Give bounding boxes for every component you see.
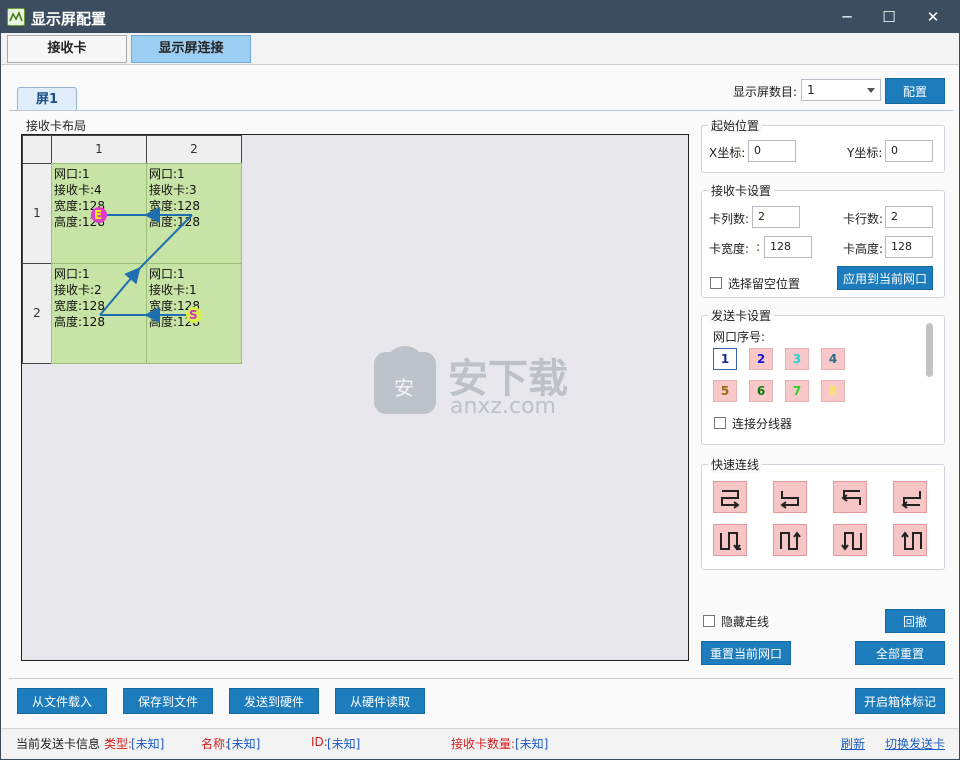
card-cols-label: 卡列数:	[709, 212, 750, 226]
zigzag-up-left-button[interactable]	[893, 524, 927, 556]
svg-text:安: 安	[394, 376, 414, 400]
app-icon	[7, 8, 25, 26]
screen-count-label: 显示屏数目:	[733, 85, 798, 99]
status-name-value: [未知]	[227, 737, 261, 751]
main-window: 显示屏配置 ─ ☐ ✕ 接收卡 显示屏连接 屏1 显示屏数目: 1 配置 接收卡…	[0, 0, 960, 760]
reserve-position-label: 选择留空位置	[728, 277, 801, 291]
layout-group-title: 接收卡布局	[23, 117, 90, 134]
status-bar: 当前发送卡信息 类型: [未知] 名称: [未知] ID: [未知] 接收卡数量…	[1, 728, 959, 759]
snake-right-down-button[interactable]	[713, 481, 747, 513]
end-marker-text: E	[94, 208, 102, 222]
minimize-button[interactable]: ─	[827, 5, 867, 29]
refresh-link[interactable]: 刷新	[841, 735, 865, 752]
routing-lines: E S	[91, 207, 202, 323]
status-label: 当前发送卡信息	[16, 737, 101, 751]
send-to-hardware-button[interactable]: 发送到硬件	[229, 688, 319, 714]
card-settings-title: 接收卡设置	[708, 182, 775, 199]
undo-button[interactable]: 回撤	[885, 609, 945, 633]
read-from-hardware-button[interactable]: 从硬件读取	[335, 688, 425, 714]
x-coord-label: X坐标:	[709, 146, 746, 160]
title-bar: 显示屏配置 ─ ☐ ✕	[1, 1, 959, 33]
port-7-button[interactable]: 7	[785, 380, 809, 402]
port-5-button[interactable]: 5	[713, 380, 737, 402]
snake-left-up-button[interactable]	[893, 481, 927, 513]
x-coord-input[interactable]: 0	[748, 140, 796, 162]
watermark: 安 安下载 anxz.com	[374, 340, 604, 423]
card-cols-input[interactable]: 2	[752, 206, 800, 228]
status-id-value: [未知]	[327, 737, 361, 751]
route-zigzag-icon	[780, 531, 801, 550]
port-6-button[interactable]: 6	[749, 380, 773, 402]
splitter-label: 连接分线器	[732, 417, 793, 431]
zigzag-down-right-button[interactable]	[713, 524, 747, 556]
splitter-checkbox[interactable]	[714, 417, 726, 429]
card-width-label: 卡宽度:	[709, 242, 750, 256]
port-2-button[interactable]: 2	[749, 348, 773, 370]
maximize-button[interactable]: ☐	[869, 5, 909, 29]
route-snake-icon	[721, 490, 740, 509]
snake-left-down-button[interactable]	[773, 481, 807, 513]
port-8-button[interactable]: 8	[821, 380, 845, 402]
save-to-file-button[interactable]: 保存到文件	[123, 688, 213, 714]
status-name-label: 名称:	[201, 737, 230, 751]
status-id-label: ID:	[311, 735, 328, 749]
route-zigzag-icon	[720, 532, 741, 551]
configure-button[interactable]: 配置	[885, 78, 945, 104]
tab-divider	[9, 110, 953, 111]
sender-settings-title: 发送卡设置	[708, 307, 775, 324]
card-width-input[interactable]: 128	[764, 236, 812, 258]
y-coord-label: Y坐标:	[847, 146, 883, 160]
route-zigzag-icon	[841, 532, 862, 551]
start-position-title: 起始位置	[708, 117, 763, 134]
route-snake-icon	[841, 490, 861, 505]
apply-to-port-button[interactable]: 应用到当前网口	[837, 266, 933, 290]
port-3-button[interactable]: 3	[785, 348, 809, 370]
card-rows-label: 卡行数:	[843, 212, 884, 226]
window-title: 显示屏配置	[31, 10, 107, 28]
tab-screen-1[interactable]: 屏1	[17, 87, 77, 111]
status-type-value: [未知]	[131, 737, 165, 751]
reset-port-button[interactable]: 重置当前网口	[701, 641, 791, 665]
load-from-file-button[interactable]: 从文件载入	[17, 688, 107, 714]
switch-sender-link[interactable]: 切换发送卡	[885, 735, 945, 752]
screen-count-select[interactable]: 1	[801, 79, 881, 101]
watermark-text-en: anxz.com	[450, 394, 556, 419]
route-zigzag-icon	[901, 531, 922, 550]
status-count-value: [未知]	[515, 737, 549, 751]
port-index-label: 网口序号:	[713, 330, 766, 344]
snake-right-up-button[interactable]	[833, 481, 867, 513]
route-snake-icon	[780, 491, 799, 509]
layout-canvas[interactable]: 1 2 1 2 网口:1 接收卡:4 宽度:128 高度:128 网口:1 接收…	[21, 134, 689, 661]
chevron-down-icon	[867, 88, 875, 93]
status-type-label: 类型:	[104, 737, 133, 751]
close-button[interactable]: ✕	[913, 5, 953, 29]
card-height-input[interactable]: 128	[885, 236, 933, 258]
status-count-label: 接收卡数量:	[451, 737, 516, 751]
y-coord-input[interactable]: 0	[885, 140, 933, 162]
tab-screen-connection[interactable]: 显示屏连接	[131, 35, 251, 63]
cabinet-mark-button[interactable]: 开启箱体标记	[855, 688, 945, 714]
start-marker-text: S	[189, 308, 198, 322]
route-snake-icon	[901, 491, 921, 509]
sender-scrollbar[interactable]	[926, 323, 933, 377]
port-4-button[interactable]: 4	[821, 348, 845, 370]
tab-receiver-card[interactable]: 接收卡	[7, 35, 127, 63]
zigzag-down-left-button[interactable]	[833, 524, 867, 556]
hide-routing-label: 隐藏走线	[721, 615, 770, 629]
card-width-colon: :	[756, 240, 761, 254]
hide-routing-checkbox[interactable]	[703, 615, 715, 627]
top-tab-bar: 接收卡 显示屏连接	[1, 33, 959, 65]
reset-all-button[interactable]: 全部重置	[855, 641, 945, 665]
port-1-button[interactable]: 1	[713, 348, 737, 370]
screen-count-value: 1	[807, 83, 815, 97]
card-rows-input[interactable]: 2	[885, 206, 933, 228]
card-height-label: 卡高度:	[843, 242, 884, 256]
reserve-position-checkbox[interactable]	[710, 277, 722, 289]
zigzag-up-right-button[interactable]	[773, 524, 807, 556]
bottom-divider	[9, 678, 953, 679]
quick-connect-title: 快速连线	[708, 456, 763, 473]
